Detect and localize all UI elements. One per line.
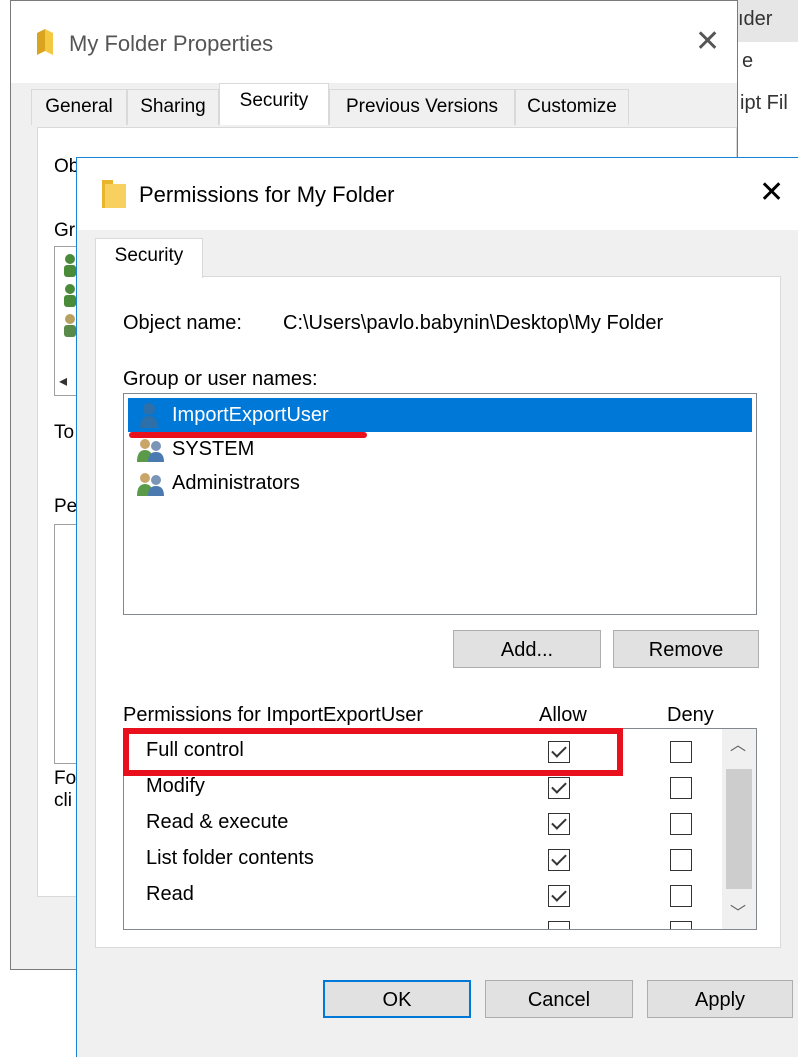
- ok-button[interactable]: OK: [323, 980, 471, 1018]
- allow-checkbox[interactable]: [548, 849, 570, 871]
- allow-checkbox[interactable]: [548, 885, 570, 907]
- permission-label: Read: [146, 883, 194, 905]
- user-icon: [63, 283, 77, 312]
- folder-icon: [35, 29, 55, 60]
- scroll-up-icon[interactable]: ︿: [730, 737, 746, 755]
- scroll-down-icon[interactable]: ﹀: [730, 905, 746, 923]
- tab-previous-versions[interactable]: Previous Versions: [329, 89, 515, 125]
- tab-security[interactable]: Security: [219, 83, 329, 125]
- permissions-title: Permissions for My Folder: [139, 182, 395, 207]
- allow-checkbox[interactable]: [548, 921, 570, 929]
- folder-icon: [101, 178, 127, 213]
- deny-checkbox[interactable]: [670, 777, 692, 799]
- special-permissions-fragment-2: cli: [54, 790, 72, 811]
- cancel-button[interactable]: Cancel: [485, 980, 633, 1018]
- group-or-user-names-label: Group or user names:: [123, 368, 318, 390]
- background-text-e: e: [742, 50, 754, 72]
- properties-title: My Folder Properties: [69, 31, 274, 56]
- permission-row-modify: Modify: [124, 771, 724, 807]
- allow-column-header: Allow: [539, 704, 587, 726]
- permission-label: Read & execute: [146, 811, 289, 833]
- permission-label: List folder contents: [146, 847, 314, 869]
- users-group-icon: [136, 472, 166, 507]
- allow-checkbox[interactable]: [548, 813, 570, 835]
- user-name: Administrators: [172, 472, 300, 494]
- users-group-icon: [63, 313, 77, 342]
- annotation-underline: [129, 432, 367, 438]
- permission-label: Modify: [146, 775, 205, 797]
- tab-security[interactable]: Security: [95, 238, 203, 278]
- total-label-fragment: To: [54, 422, 75, 443]
- deny-checkbox[interactable]: [670, 741, 692, 763]
- add-button[interactable]: Add...: [453, 630, 601, 668]
- permissions-titlebar: Permissions for My Folder ✕: [77, 158, 798, 230]
- user-name: ImportExportUser: [172, 404, 329, 426]
- properties-titlebar: My Folder Properties ✕: [11, 1, 737, 83]
- deny-checkbox[interactable]: [670, 813, 692, 835]
- tab-customize[interactable]: Customize: [515, 89, 629, 125]
- deny-column-header: Deny: [667, 704, 714, 726]
- tab-sharing[interactable]: Sharing: [127, 89, 219, 125]
- special-permissions-fragment-1: Fo: [54, 768, 77, 789]
- background-text-script: ipt Fil: [740, 92, 788, 114]
- remove-button[interactable]: Remove: [613, 630, 759, 668]
- list-item-administrators[interactable]: Administrators: [128, 466, 752, 500]
- permission-row-list-folder-contents: List folder contents: [124, 843, 724, 879]
- permissions-for-label: Permissions for ImportExportUser: [123, 704, 424, 726]
- apply-button[interactable]: Apply: [647, 980, 793, 1018]
- user-list[interactable]: ImportExportUser SYSTEM Administrators: [123, 393, 757, 615]
- scrollbar-thumb[interactable]: [726, 769, 752, 889]
- object-name-label: Object name:: [123, 312, 242, 334]
- permission-row-read-execute: Read & execute: [124, 807, 724, 843]
- deny-checkbox[interactable]: [670, 921, 692, 929]
- list-item-importexportuser[interactable]: ImportExportUser: [128, 398, 752, 432]
- background-text-folder: ıder: [738, 8, 773, 30]
- properties-close-icon[interactable]: ✕: [695, 27, 720, 57]
- permissions-scrollbar[interactable]: ︿ ﹀: [722, 729, 756, 929]
- tab-general[interactable]: General: [31, 89, 127, 125]
- permissions-label-fragment: Pe: [54, 496, 78, 517]
- permissions-close-icon[interactable]: ✕: [759, 178, 784, 208]
- allow-checkbox[interactable]: [548, 777, 570, 799]
- deny-checkbox[interactable]: [670, 885, 692, 907]
- permission-row-read: Read: [124, 879, 724, 915]
- object-name-value: C:\Users\pavlo.babynin\Desktop\My Folder: [283, 312, 664, 334]
- permissions-dialog: Permissions for My Folder ✕ Security Obj…: [76, 157, 798, 1057]
- user-icon: [63, 253, 77, 282]
- deny-checkbox[interactable]: [670, 849, 692, 871]
- group-label-fragment: Gr: [54, 220, 76, 241]
- scroll-left-icon[interactable]: ◂: [59, 371, 67, 391]
- annotation-highlight-box: [123, 728, 623, 776]
- permission-row-partial: [124, 915, 724, 929]
